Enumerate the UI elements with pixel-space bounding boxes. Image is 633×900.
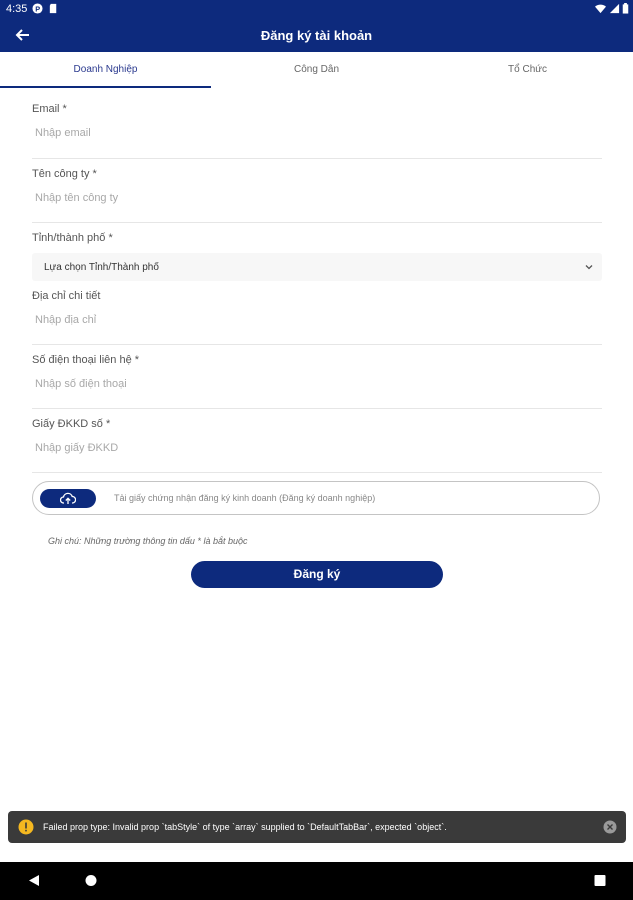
- tab-to-chuc[interactable]: Tổ Chức: [422, 52, 633, 88]
- email-field-group: Email *: [32, 103, 602, 160]
- field-divider: [32, 408, 602, 409]
- license-field-group: Giấy ĐKKD số *: [32, 418, 602, 474]
- tab-label: Tổ Chức: [508, 64, 547, 75]
- register-button[interactable]: Đăng ký: [191, 561, 443, 588]
- svg-text:P: P: [35, 4, 40, 13]
- tab-bar: Doanh Nghiệp Công Dân Tổ Chức: [0, 52, 633, 88]
- sd-card-icon: [49, 3, 57, 14]
- company-label: Tên công ty *: [32, 168, 97, 180]
- field-divider: [32, 222, 602, 223]
- phone-field-group: Số điện thoại liên hệ *: [32, 354, 602, 410]
- address-field-group: Địa chỉ chi tiết: [32, 290, 602, 346]
- status-time: 4:35: [6, 3, 28, 15]
- tab-label: Doanh Nghiệp: [73, 64, 138, 75]
- nav-home-icon[interactable]: [85, 874, 97, 887]
- tab-label: Công Dân: [293, 64, 340, 75]
- app-notification-icon: P: [32, 3, 43, 14]
- status-bar: 4:35 P: [0, 0, 633, 18]
- system-nav-bar: [0, 862, 633, 900]
- app-bar: Đăng ký tài khoản: [0, 18, 633, 52]
- license-input[interactable]: [35, 442, 595, 454]
- field-divider: [32, 158, 602, 159]
- company-input[interactable]: [35, 192, 595, 204]
- warning-icon: [18, 819, 34, 835]
- address-input[interactable]: [35, 314, 595, 326]
- required-note: Ghi chú: Những trường thông tin dấu * là…: [48, 536, 248, 546]
- address-label: Địa chỉ chi tiết: [32, 290, 101, 302]
- nav-back-icon[interactable]: [28, 874, 40, 887]
- upload-license-button[interactable]: Tải giấy chứng nhận đăng ký kinh doanh (…: [32, 481, 600, 515]
- wifi-icon: [595, 4, 606, 14]
- battery-icon: [622, 3, 629, 14]
- province-selected-value: Lựa chọn Tỉnh/Thành phố: [44, 262, 159, 273]
- tab-cong-dan[interactable]: Công Dân: [211, 52, 422, 88]
- signal-icon: [609, 3, 620, 14]
- tab-doanh-nghiep[interactable]: Doanh Nghiệp: [0, 52, 211, 88]
- cloud-upload-icon: [60, 492, 76, 504]
- chevron-down-icon: [585, 265, 593, 270]
- tab-active-indicator: [0, 86, 211, 88]
- company-field-group: Tên công ty *: [32, 168, 602, 224]
- province-label: Tỉnh/thành phố *: [32, 232, 113, 244]
- field-divider: [32, 344, 602, 345]
- page-title: Đăng ký tài khoản: [260, 28, 373, 43]
- toast-message: Failed prop type: Invalid prop `tabStyle…: [43, 822, 447, 832]
- phone-label: Số điện thoại liên hệ *: [32, 354, 140, 366]
- province-select[interactable]: Lựa chọn Tỉnh/Thành phố: [32, 253, 602, 281]
- phone-input[interactable]: [35, 378, 595, 390]
- upload-label: Tải giấy chứng nhận đăng ký kinh doanh (…: [114, 493, 376, 503]
- nav-recents-icon[interactable]: [594, 874, 606, 887]
- province-field-group: Tỉnh/thành phố *: [32, 232, 602, 248]
- upload-pill[interactable]: [40, 489, 96, 508]
- license-label: Giấy ĐKKD số *: [32, 418, 111, 430]
- field-divider: [32, 472, 602, 473]
- close-icon[interactable]: [603, 820, 617, 834]
- warning-toast[interactable]: Failed prop type: Invalid prop `tabStyle…: [8, 811, 626, 843]
- email-input[interactable]: [35, 127, 595, 139]
- email-label: Email *: [32, 103, 67, 115]
